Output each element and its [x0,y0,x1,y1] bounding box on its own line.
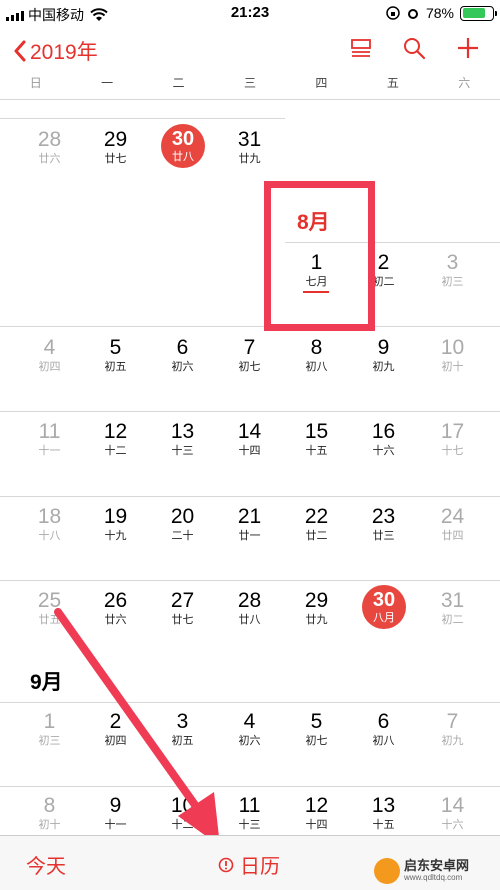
watermark-logo: 启东安卓网 www.qdltdq.com [374,855,492,887]
arrow-annotation [54,608,220,846]
today-button[interactable]: 今天 [26,850,66,879]
watermark-name: 启东安卓网 [404,858,470,873]
calendars-label: 日历 [240,856,280,878]
alert-circle-icon [218,857,234,872]
watermark-url: www.qdltdq.com [404,873,463,882]
calendars-button[interactable]: 日历 [218,850,280,879]
watermark-icon [374,858,400,884]
